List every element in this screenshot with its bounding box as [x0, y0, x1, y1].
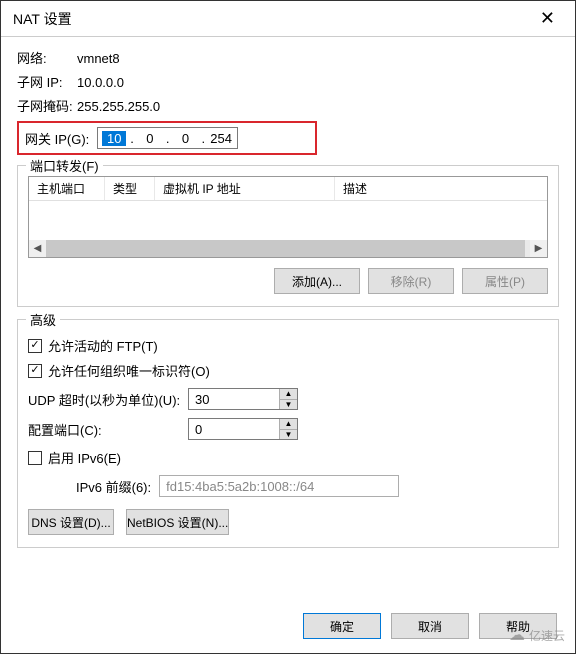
subnet-ip-value: 10.0.0.0 [77, 73, 124, 93]
ip-octet-4[interactable]: 254 [209, 131, 233, 146]
cloud-icon: ☁ [509, 625, 525, 645]
network-label: 网络: [17, 49, 77, 69]
subnet-mask-value: 255.255.255.0 [77, 97, 160, 117]
subnet-mask-label: 子网掩码: [17, 97, 77, 117]
netbios-settings-button[interactable]: NetBIOS 设置(N)... [126, 509, 229, 535]
ipv6-prefix-field: fd15:4ba5:5a2b:1008::/64 [159, 475, 399, 497]
allow-ftp-checkbox[interactable] [28, 339, 42, 353]
gateway-ip-label: 网关 IP(G): [25, 129, 89, 148]
watermark: ☁ 亿速云 [509, 625, 565, 645]
nat-settings-dialog: NAT 设置 ✕ 网络: vmnet8 子网 IP: 10.0.0.0 子网掩码… [0, 0, 576, 654]
udp-timeout-spinner[interactable]: 30 ▲ ▼ [188, 388, 298, 410]
allow-ftp-label: 允许活动的 FTP(T) [48, 336, 158, 355]
spin-up-icon[interactable]: ▲ [280, 389, 297, 400]
spin-up-icon[interactable]: ▲ [280, 419, 297, 430]
add-button[interactable]: 添加(A)... [274, 268, 360, 294]
ip-octet-3[interactable]: 0 [174, 131, 198, 146]
col-host-port[interactable]: 主机端口 [29, 177, 105, 200]
list-header: 主机端口 类型 虚拟机 IP 地址 描述 [29, 177, 547, 201]
advanced-legend: 高级 [26, 310, 60, 329]
subnet-ip-label: 子网 IP: [17, 73, 77, 93]
allow-oui-checkbox[interactable] [28, 364, 42, 378]
ip-octet-1[interactable]: 10 [102, 131, 126, 146]
network-value: vmnet8 [77, 49, 120, 69]
enable-ipv6-label: 启用 IPv6(E) [48, 448, 121, 467]
port-forward-group: 端口转发(F) 主机端口 类型 虚拟机 IP 地址 描述 ◀ ▶ 添加(A)..… [17, 165, 559, 307]
ipv6-prefix-label: IPv6 前缀(6): [76, 477, 151, 496]
ip-octet-2[interactable]: 0 [138, 131, 162, 146]
scroll-thumb[interactable] [46, 240, 525, 257]
spin-down-icon[interactable]: ▼ [280, 400, 297, 410]
config-port-label: 配置端口(C): [28, 420, 188, 439]
scroll-right-icon[interactable]: ▶ [530, 240, 547, 257]
horizontal-scrollbar[interactable]: ◀ ▶ [29, 240, 547, 257]
udp-timeout-label: UDP 超时(以秒为单位)(U): [28, 390, 188, 409]
gateway-ip-highlight: 网关 IP(G): 10 . 0 . 0 . 254 [17, 121, 317, 155]
advanced-group: 高级 允许活动的 FTP(T) 允许任何组织唯一标识符(O) UDP 超时(以秒… [17, 319, 559, 548]
titlebar: NAT 设置 ✕ [1, 1, 575, 37]
gateway-ip-input[interactable]: 10 . 0 . 0 . 254 [97, 127, 238, 149]
col-vm-ip[interactable]: 虚拟机 IP 地址 [155, 177, 335, 200]
config-port-value[interactable]: 0 [189, 419, 279, 439]
allow-oui-label: 允许任何组织唯一标识符(O) [48, 361, 210, 380]
watermark-text: 亿速云 [529, 627, 565, 644]
remove-button: 移除(R) [368, 268, 454, 294]
config-port-spinner[interactable]: 0 ▲ ▼ [188, 418, 298, 440]
spin-down-icon[interactable]: ▼ [280, 430, 297, 440]
scroll-left-icon[interactable]: ◀ [29, 240, 46, 257]
dns-settings-button[interactable]: DNS 设置(D)... [28, 509, 114, 535]
udp-timeout-value[interactable]: 30 [189, 389, 279, 409]
close-icon[interactable]: ✕ [532, 8, 563, 29]
window-title: NAT 设置 [13, 9, 72, 29]
properties-button: 属性(P) [462, 268, 548, 294]
ok-button[interactable]: 确定 [303, 613, 381, 639]
col-type[interactable]: 类型 [105, 177, 155, 200]
port-forward-legend: 端口转发(F) [26, 156, 103, 175]
enable-ipv6-checkbox[interactable] [28, 451, 42, 465]
col-desc[interactable]: 描述 [335, 177, 547, 200]
cancel-button[interactable]: 取消 [391, 613, 469, 639]
port-forward-list[interactable]: 主机端口 类型 虚拟机 IP 地址 描述 ◀ ▶ [28, 176, 548, 258]
